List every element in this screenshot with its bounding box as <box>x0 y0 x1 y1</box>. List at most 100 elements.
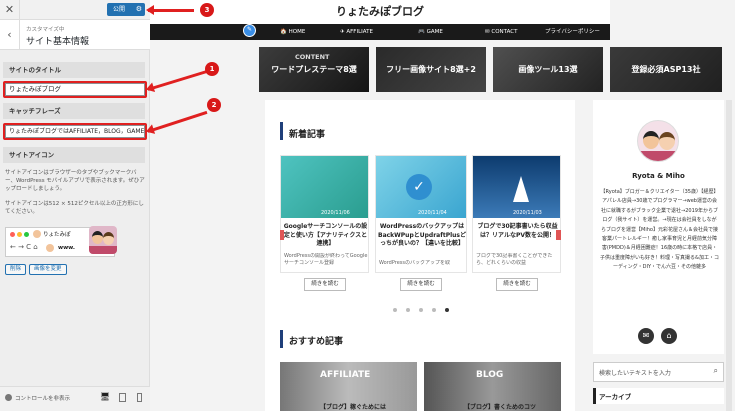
heading-accent <box>280 330 283 348</box>
post-date: 2020/11/04 <box>418 210 447 216</box>
recommended-card-label: AFFILIATE <box>320 370 371 380</box>
nav-label: AFFILIATE <box>346 29 373 35</box>
banner-sub-label: CONTENT <box>295 53 330 61</box>
plane-icon: ✈ <box>340 29 345 35</box>
search-box[interactable]: 検索したいテキストを入力 ⌕ <box>593 362 724 382</box>
archive-heading: アーカイブ <box>599 393 632 401</box>
breadcrumb: カスタマイズ中 <box>26 27 65 33</box>
post-title[interactable]: Googleサーチコンソールの設定と使い方【アナリティクスと連携】 <box>283 223 368 249</box>
window-dot-icon <box>17 232 22 237</box>
recommended-card[interactable]: AFFILIATE 【ブログ】稼ぐためには <box>280 362 417 411</box>
customizer-footer: コントロールを非表示 🖥 <box>0 386 150 411</box>
nav-label: プライバシーポリシー <box>545 29 600 35</box>
tablet-preview-icon[interactable] <box>119 393 126 402</box>
hide-controls-icon[interactable] <box>5 394 12 401</box>
mail-icon: ✉ <box>485 29 490 35</box>
nav-label: CONTACT <box>491 29 518 35</box>
pager-dot[interactable] <box>432 308 436 312</box>
site-icon-size-note: サイトアイコンは512 × 512ピクセル以上の正方形にしてください。 <box>5 201 144 215</box>
recommended-card[interactable]: BLOG 【ブログ】書くためのコツ <box>424 362 561 411</box>
archive-widget: アーカイブ <box>593 388 724 404</box>
search-input[interactable]: 検索したいテキストを入力 <box>599 368 671 377</box>
avatar-face-icon <box>92 231 103 244</box>
nav-label: HOME <box>288 29 306 35</box>
pager-dot[interactable] <box>419 308 423 312</box>
banner-theme[interactable]: ワードプレステーマ8選 CONTENT <box>259 47 369 92</box>
nav-item-privacy[interactable]: プライバシーポリシー <box>545 24 600 40</box>
annotation-arrow-3 <box>146 5 194 15</box>
banner-image-tools[interactable]: 画像ツール13選 <box>493 47 603 92</box>
profile-name: Ryota & Miho <box>632 172 685 180</box>
read-more-button[interactable]: 続きを読む <box>304 278 346 291</box>
profile-avatar <box>637 120 679 162</box>
banner-label: ワードプレステーマ8選 <box>271 65 357 74</box>
publish-button[interactable]: 公開 ⚙ <box>107 3 145 16</box>
pager-dot[interactable] <box>393 308 397 312</box>
recommended-card-label: BLOG <box>476 370 504 380</box>
recommended-card-title: 【ブログ】書くためのコツ <box>464 404 537 411</box>
annotation-number-2: 2 <box>207 98 221 112</box>
favicon-icon <box>33 230 41 238</box>
url-preview-text: www. <box>58 245 75 251</box>
read-more-button[interactable]: 続きを読む <box>400 278 442 291</box>
read-more-button[interactable]: 続きを読む <box>496 278 538 291</box>
close-icon[interactable]: ✕ <box>0 0 20 20</box>
tab-preview-text: りょたみぽ <box>43 232 71 238</box>
post-title[interactable]: ブログで30記事書いたら収益は？リアルなPV数を公開！ <box>475 223 560 240</box>
nav-item-home[interactable]: 🏠 HOME <box>280 24 305 40</box>
post-card[interactable]: 2020/11/06 Googleサーチコンソールの設定と使い方【アナリティクス… <box>280 155 369 273</box>
favicon-small-icon <box>46 244 54 252</box>
annotation-number-1: 1 <box>205 62 219 76</box>
post-excerpt: ブログで30記事書くことができたら、どれくらいの収益 <box>476 253 553 266</box>
nav-label: GAME <box>426 29 443 35</box>
window-dot-icon <box>24 232 29 237</box>
check-icon: ✓ <box>406 174 432 200</box>
search-icon[interactable]: ⌕ <box>714 366 718 376</box>
post-date: 2020/11/06 <box>321 210 350 216</box>
site-title-section-label: サイトのタイトル <box>3 62 145 78</box>
browser-nav-icon: ← → C ⌂ <box>10 243 38 251</box>
desktop-preview-icon[interactable]: 🖥 <box>100 392 110 401</box>
nav-item-game[interactable]: 🎮 GAME <box>418 24 443 40</box>
avatar-face-icon <box>659 132 675 150</box>
post-card[interactable]: 2020/11/03 ブログで30記事書いたら収益は？リアルなPV数を公開！ ブ… <box>472 155 561 273</box>
post-excerpt: WordPressの開設が終わってGoogleサーチコンソール登録 <box>284 253 368 266</box>
pager-dot[interactable] <box>406 308 410 312</box>
home-icon[interactable]: ⌂ <box>661 328 677 344</box>
edit-pencil-icon[interactable]: ✎ <box>243 24 256 37</box>
profile-text: 【Ryota】ブロガー＆クリエイター（35歳）【経歴】アパレル店員→30歳でプロ… <box>600 189 719 271</box>
site-title[interactable]: りょたみぽブログ <box>150 3 610 19</box>
remove-icon-button[interactable]: 削除 <box>5 264 27 275</box>
post-card[interactable]: ✓ 2020/11/04 WordPressのバックアップはBackWPupとU… <box>375 155 467 273</box>
gear-icon[interactable]: ⚙ <box>136 3 142 16</box>
banner-asp[interactable]: 登録必須ASP13社 <box>610 47 722 92</box>
post-excerpt: WordPressのバックアップを取 <box>379 260 451 266</box>
heading-accent <box>280 122 283 140</box>
highlight-box-1 <box>3 81 147 98</box>
section-header: ‹ カスタマイズ中 サイト基本情報 <box>0 20 150 50</box>
avatar-face-icon <box>643 131 659 149</box>
site-icon-description: サイトアイコンはブラウザーのタブやブックマークバー、WordPress モバイル… <box>5 170 145 192</box>
change-image-button[interactable]: 画像を変更 <box>29 264 67 275</box>
category-tag <box>556 230 561 240</box>
post-title[interactable]: WordPressのバックアップはBackWPupとUpdraftPlusどっち… <box>378 223 466 249</box>
mail-icon[interactable]: ✉ <box>638 328 654 344</box>
hide-controls-link[interactable]: コントロールを非表示 <box>15 394 70 402</box>
category-tag <box>280 230 284 240</box>
new-posts-heading: 新着記事 <box>289 130 326 140</box>
mobile-preview-icon[interactable] <box>137 393 142 402</box>
tagline-section-label: キャッチフレーズ <box>3 103 145 119</box>
banner-free-images[interactable]: フリー画像サイト8選+2 <box>376 47 486 92</box>
rocket-icon <box>513 176 529 202</box>
pager-dot-active[interactable] <box>445 308 449 312</box>
avatar-body <box>89 246 117 254</box>
nav-item-affiliate[interactable]: ✈ AFFILIATE <box>340 24 373 40</box>
site-icon-section-label: サイトアイコン <box>3 147 145 163</box>
nav-item-contact[interactable]: ✉ CONTACT <box>485 24 517 40</box>
post-date: 2020/11/03 <box>513 210 542 216</box>
preview-scrollbar[interactable] <box>726 100 732 411</box>
site-nav: 🏠 HOME ✈ AFFILIATE 🎮 GAME ✉ CONTACT プライバ… <box>150 24 610 40</box>
back-icon[interactable]: ‹ <box>0 20 20 50</box>
window-dot-icon <box>10 232 15 237</box>
home-icon: 🏠 <box>280 29 287 35</box>
